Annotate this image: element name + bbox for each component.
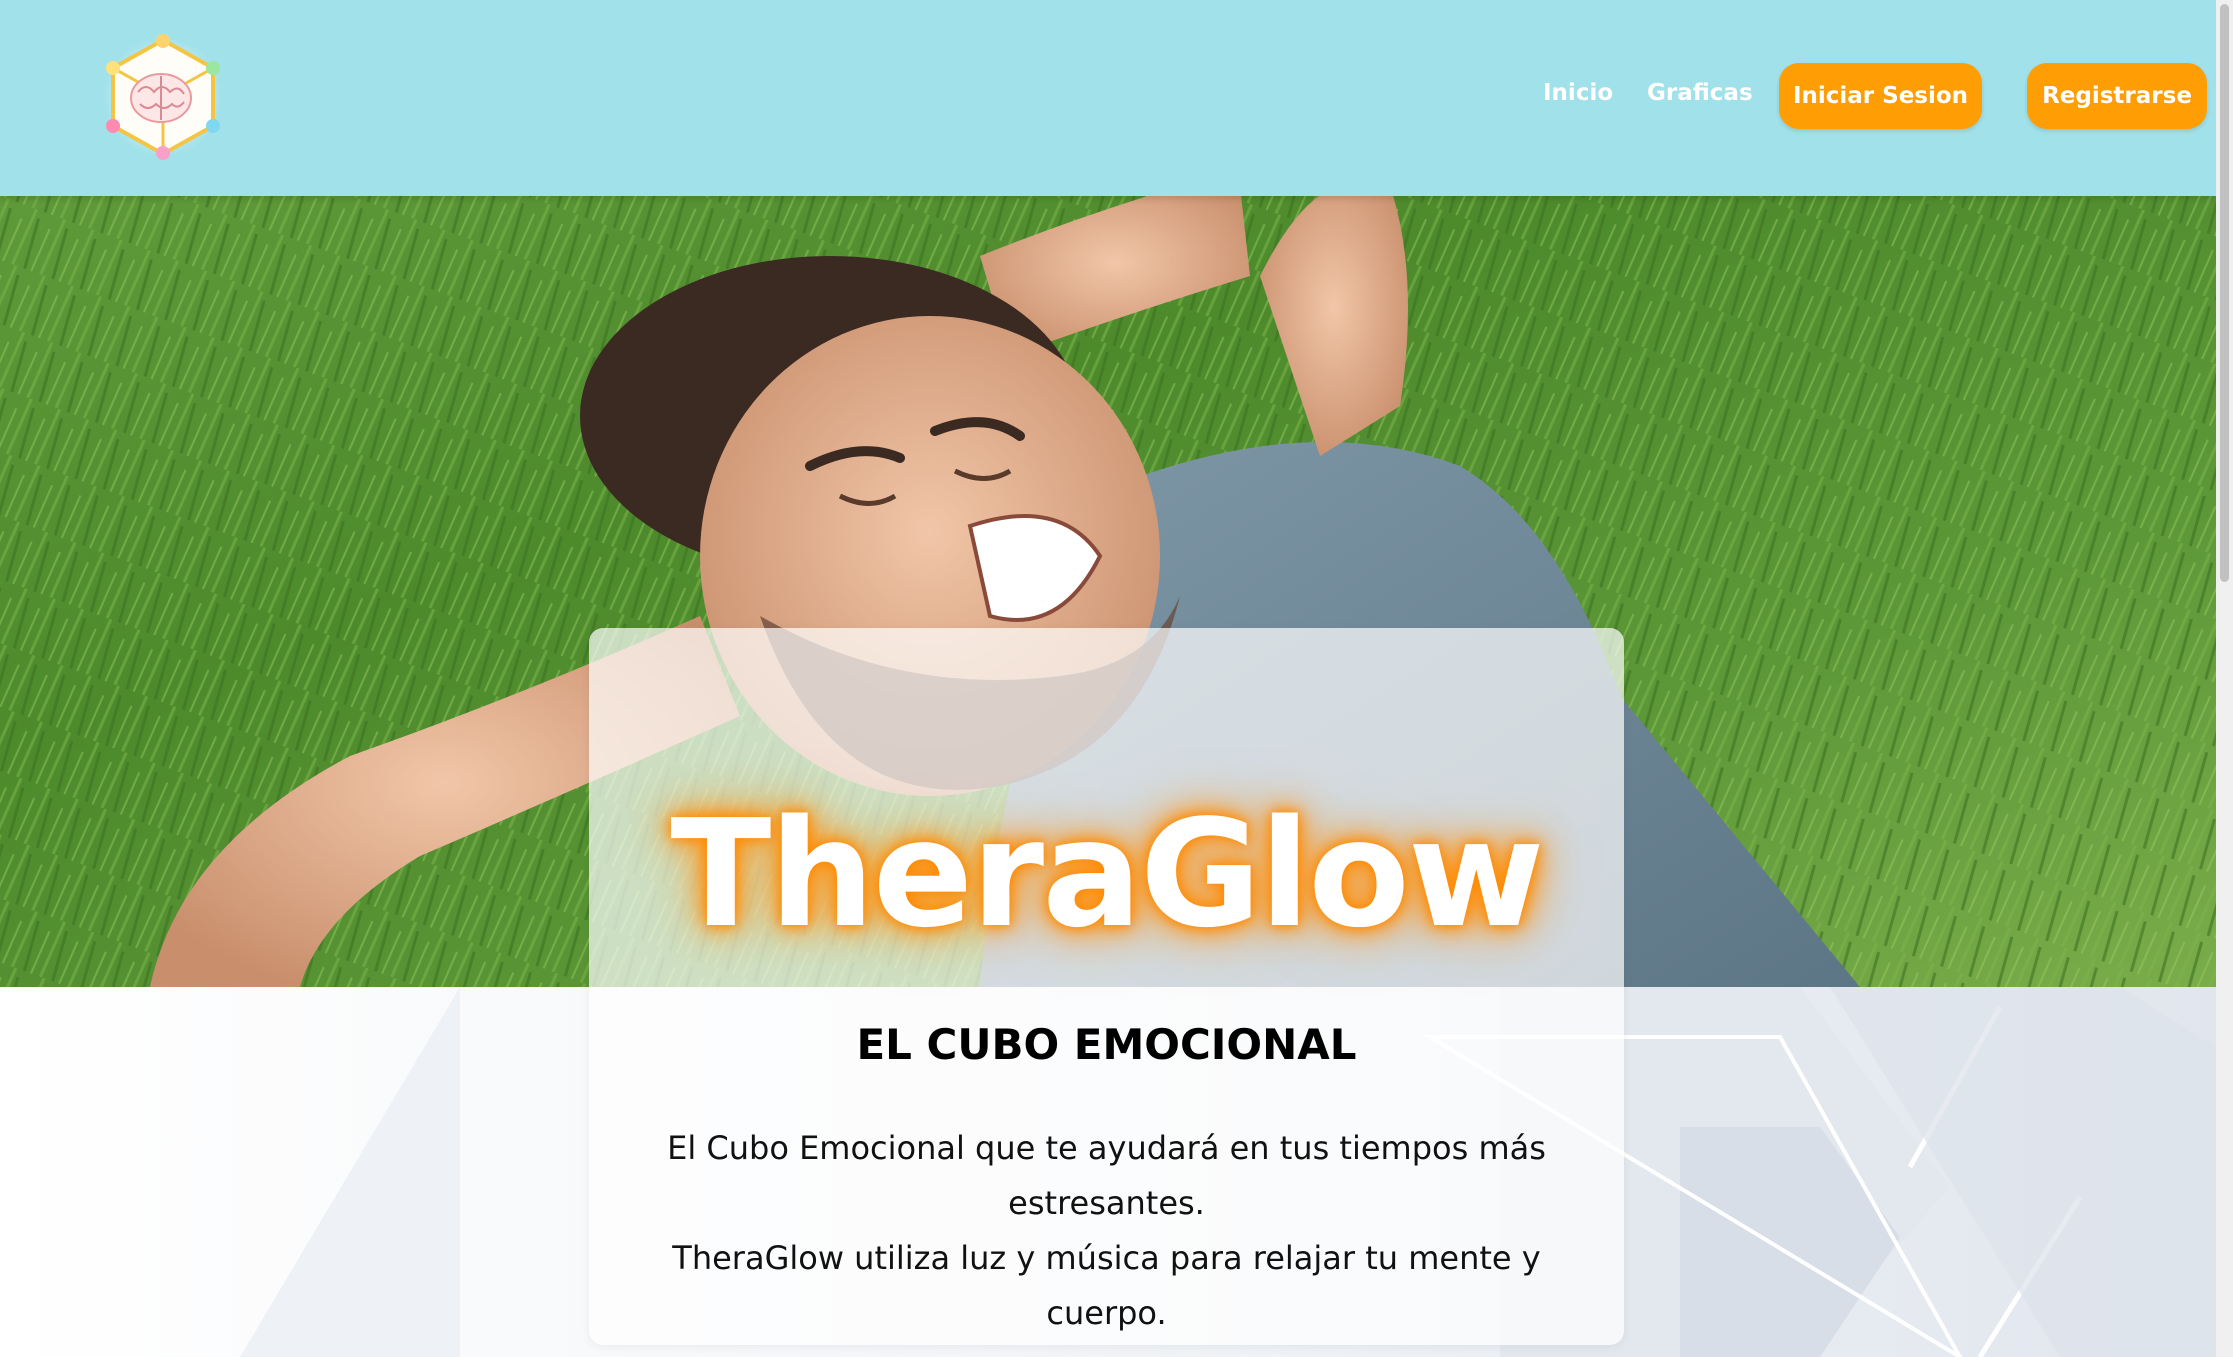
nav-link-inicio[interactable]: Inicio <box>1543 80 1613 106</box>
brand-title: TheraGlow <box>670 788 1544 960</box>
description-line-1: El Cubo Emocional que te ayudará en tus … <box>667 1129 1546 1222</box>
hero-description: El Cubo Emocional que te ayudará en tus … <box>609 1121 1604 1341</box>
hero-card: TheraGlow EL CUBO EMOCIONAL El Cubo Emoc… <box>589 628 1624 1345</box>
description-line-2: TheraGlow utiliza luz y música para rela… <box>672 1239 1541 1332</box>
scrollbar-thumb[interactable] <box>2220 4 2229 582</box>
top-navbar: Inicio Graficas Iniciar Sesion Registrar… <box>0 0 2216 196</box>
hero-subtitle: EL CUBO EMOCIONAL <box>856 1020 1357 1069</box>
brain-cube-logo[interactable] <box>98 32 228 162</box>
login-button-label: Iniciar Sesion <box>1792 83 1969 109</box>
register-button-label: Registrarse <box>2042 83 2192 109</box>
register-button[interactable]: Registrarse <box>2027 63 2207 129</box>
nav-link-graficas[interactable]: Graficas <box>1647 80 1753 106</box>
vertical-scrollbar[interactable] <box>2216 0 2233 1357</box>
login-button[interactable]: Iniciar Sesion <box>1779 63 1982 129</box>
